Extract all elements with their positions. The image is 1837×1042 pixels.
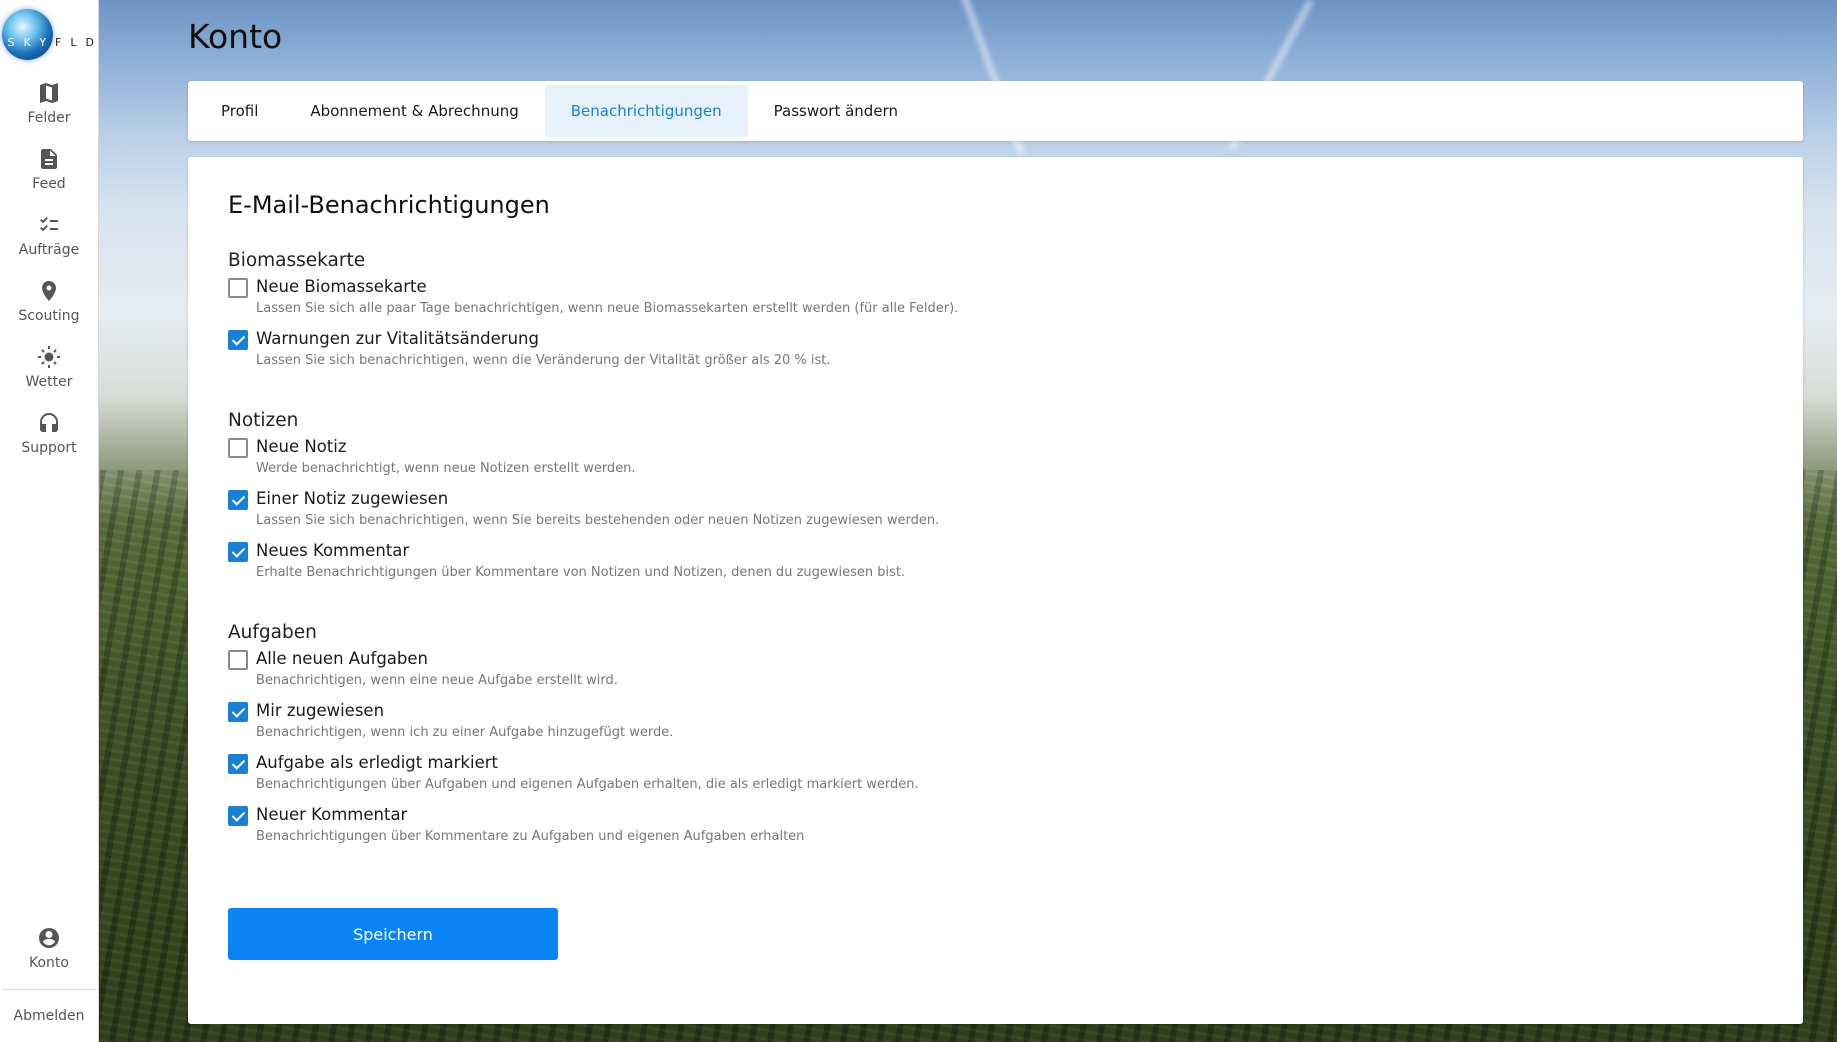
logo-text: SKYFLD bbox=[7, 36, 103, 49]
option-description: Erhalte Benachrichtigungen über Kommenta… bbox=[256, 565, 906, 580]
sidebar-item-scouting[interactable]: Scouting bbox=[0, 268, 99, 334]
option-mir-zugewiesen: Mir zugewiesen Benachrichtigen, wenn ich… bbox=[228, 699, 1763, 751]
sidebar-item-auftraege[interactable]: Aufträge bbox=[0, 202, 99, 268]
option-neuer-kommentar: Neuer Kommentar Benachrichtigungen über … bbox=[228, 803, 1763, 855]
save-button[interactable]: Speichern bbox=[228, 908, 558, 960]
notifications-form: E-Mail-Benachrichtigungen Biomassekarte … bbox=[228, 191, 1763, 855]
sidebar-item-label: Aufträge bbox=[18, 241, 80, 258]
option-label[interactable]: Aufgabe als erledigt markiert bbox=[256, 751, 1763, 775]
sidebar-item-feed[interactable]: Feed bbox=[0, 136, 99, 202]
sidebar-item-label: Support bbox=[21, 439, 77, 456]
section-notizen: Notizen Neue Notiz Werde benachrichtigt,… bbox=[228, 405, 1763, 591]
option-aufgabe-erledigt: Aufgabe als erledigt markiert Benachrich… bbox=[228, 751, 1763, 803]
checkbox-neue-biomassekarte[interactable] bbox=[228, 278, 248, 298]
checkbox-notiz-zugewiesen[interactable] bbox=[228, 490, 248, 510]
option-label[interactable]: Neuer Kommentar bbox=[256, 803, 1763, 827]
option-description: Lassen Sie sich benachrichtigen, wenn di… bbox=[256, 353, 831, 368]
skyfld-logo[interactable]: SKYFLD bbox=[0, 0, 99, 70]
section-title: Notizen bbox=[228, 409, 299, 431]
sidebar-item-wetter[interactable]: Wetter bbox=[0, 334, 99, 400]
notifications-card: E-Mail-Benachrichtigungen Biomassekarte … bbox=[188, 157, 1803, 1024]
account-circle-icon bbox=[39, 927, 59, 948]
sidebar-item-felder[interactable]: Felder bbox=[0, 70, 99, 136]
option-description: Benachrichtigen, wenn eine neue Aufgabe … bbox=[256, 673, 618, 688]
option-neue-notiz: Neue Notiz Werde benachrichtigt, wenn ne… bbox=[228, 435, 1763, 487]
sidebar-item-support[interactable]: Support bbox=[0, 400, 99, 466]
map-icon bbox=[40, 82, 58, 103]
option-label[interactable]: Mir zugewiesen bbox=[256, 699, 1763, 723]
option-label[interactable]: Neue Biomassekarte bbox=[256, 275, 1763, 299]
checkbox-mir-zugewiesen[interactable] bbox=[228, 702, 248, 722]
option-label[interactable]: Warnungen zur Vitalitätsänderung bbox=[256, 327, 1763, 351]
checkbox-neuer-kommentar[interactable] bbox=[228, 806, 248, 826]
sidebar-item-label: Scouting bbox=[18, 307, 80, 324]
option-alle-neuen-aufgaben: Alle neuen Aufgaben Benachrichtigen, wen… bbox=[228, 647, 1763, 699]
option-label[interactable]: Neues Kommentar bbox=[256, 539, 1763, 563]
option-vitalitaetsaenderung: Warnungen zur Vitalitätsänderung Lassen … bbox=[228, 327, 1763, 379]
option-description: Lassen Sie sich benachrichtigen, wenn Si… bbox=[256, 513, 940, 528]
headset-icon bbox=[40, 412, 58, 432]
option-neues-kommentar: Neues Kommentar Erhalte Benachrichtigung… bbox=[228, 539, 1763, 591]
section-title: Aufgaben bbox=[228, 621, 317, 643]
checkbox-aufgabe-erledigt[interactable] bbox=[228, 754, 248, 774]
location-pin-icon bbox=[42, 280, 56, 301]
checkbox-alle-neuen-aufgaben[interactable] bbox=[228, 650, 248, 670]
globe-logo-icon bbox=[1, 9, 53, 60]
option-label[interactable]: Einer Notiz zugewiesen bbox=[256, 487, 1763, 511]
sidebar-item-label: Feed bbox=[32, 175, 66, 192]
tab-passwort[interactable]: Passwort ändern bbox=[748, 85, 924, 137]
sidebar-item-label: Wetter bbox=[25, 373, 73, 390]
checkbox-vitalitaetsaenderung[interactable] bbox=[228, 330, 248, 350]
sidebar-item-konto[interactable]: Konto bbox=[0, 915, 99, 981]
option-label[interactable]: Neue Notiz bbox=[256, 435, 1763, 459]
section-biomassekarte: Biomassekarte Neue Biomassekarte Lassen … bbox=[228, 245, 1763, 379]
sidebar: SKYFLD Felder Feed Aufträge Scouting Wet… bbox=[0, 0, 99, 1042]
document-icon bbox=[41, 148, 57, 169]
checkbox-neue-notiz[interactable] bbox=[228, 438, 248, 458]
checkbox-neues-kommentar[interactable] bbox=[228, 542, 248, 562]
tab-benachrichtigungen[interactable]: Benachrichtigungen bbox=[544, 85, 748, 137]
logout-link[interactable]: Abmelden bbox=[14, 990, 85, 1042]
checklist-icon bbox=[40, 216, 58, 231]
section-heading: E-Mail-Benachrichtigungen bbox=[228, 191, 550, 219]
option-label[interactable]: Alle neuen Aufgaben bbox=[256, 647, 1763, 671]
option-neue-biomassekarte: Neue Biomassekarte Lassen Sie sich alle … bbox=[228, 275, 1763, 327]
sidebar-item-label: Konto bbox=[29, 954, 69, 971]
section-title: Biomassekarte bbox=[228, 249, 366, 271]
tab-profil[interactable]: Profil bbox=[195, 85, 284, 137]
page-title: Konto bbox=[188, 17, 283, 56]
option-notiz-zugewiesen: Einer Notiz zugewiesen Lassen Sie sich b… bbox=[228, 487, 1763, 539]
section-aufgaben: Aufgaben Alle neuen Aufgaben Benachricht… bbox=[228, 617, 1763, 855]
option-description: Benachrichtigungen über Kommentare zu Au… bbox=[256, 829, 805, 844]
sun-icon bbox=[38, 345, 60, 368]
option-description: Lassen Sie sich alle paar Tage benachric… bbox=[256, 301, 959, 316]
sidebar-item-label: Felder bbox=[27, 109, 71, 126]
option-description: Werde benachrichtigt, wenn neue Notizen … bbox=[256, 461, 636, 476]
account-tabs: Profil Abonnement & Abrechnung Benachric… bbox=[188, 81, 1803, 141]
option-description: Benachrichtigungen über Aufgaben und eig… bbox=[256, 777, 919, 792]
option-description: Benachrichtigen, wenn ich zu einer Aufga… bbox=[256, 725, 674, 740]
tab-abonnement[interactable]: Abonnement & Abrechnung bbox=[284, 85, 544, 137]
